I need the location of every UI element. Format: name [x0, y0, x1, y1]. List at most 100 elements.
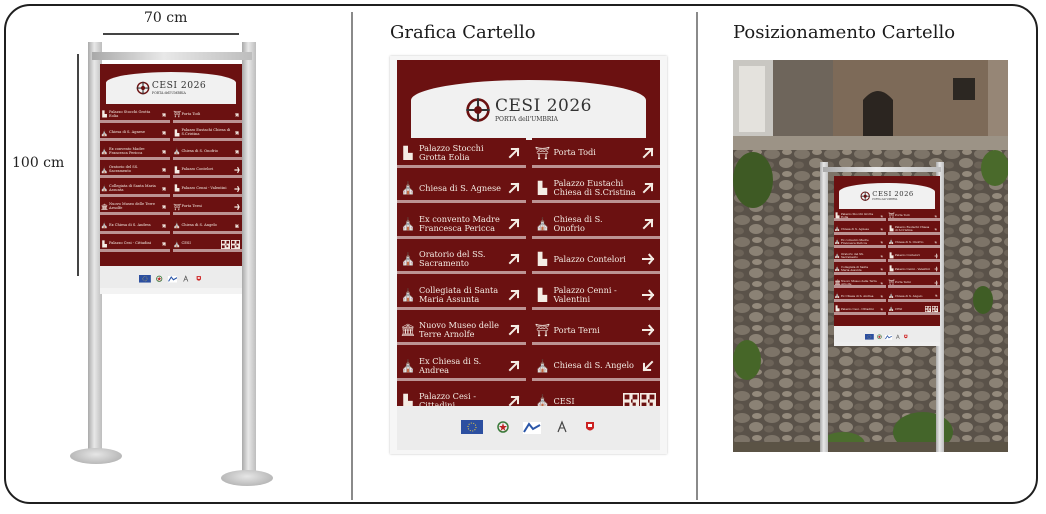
church-icon: ⛪	[535, 358, 550, 373]
arrow-up-right-icon	[502, 323, 526, 337]
destination-label: Porta Todi	[181, 111, 201, 116]
gate-icon: ⛩	[888, 279, 895, 286]
church-icon: ⛪	[888, 306, 895, 313]
arrow-up-right-icon	[159, 129, 170, 137]
destination-plate: ▙ Palazzo Contelori	[531, 244, 660, 274]
destination-label: Palazzo Cenni - Valentini	[181, 185, 227, 190]
width-dimension-line	[103, 33, 239, 35]
ministry-logo	[182, 268, 190, 287]
church-icon: ⛪	[400, 181, 416, 196]
destination-plate: ⛪ Chiesa di S. Onofrio	[888, 236, 940, 249]
arrow-right-icon	[636, 323, 660, 337]
destination-plate: ⛪ Ex Chiesa di S. Andrea	[397, 351, 526, 381]
eu-flag-logo	[460, 419, 483, 438]
photo-stand-post-left	[820, 162, 828, 452]
building-icon: ▙	[537, 252, 548, 267]
gate-icon: ⛩	[534, 323, 551, 338]
qr-code-icon	[924, 306, 940, 313]
destination-plate: ⛪ Oratorio del SS. Sacramento	[100, 162, 170, 178]
arrow-up-right-icon	[931, 239, 940, 245]
church-icon: ⛪	[888, 293, 895, 300]
arrow-up-right-icon	[502, 217, 526, 231]
destination-label: Porta Terni	[895, 280, 911, 285]
destination-plate: ⛪ Collegiata di Santa Maria Assunta	[834, 263, 886, 275]
photo-stand-crossbar	[823, 167, 941, 172]
ministry-logo	[555, 419, 569, 438]
building-icon: ▙	[174, 129, 180, 137]
destination-label: Porta Terni	[553, 324, 600, 335]
church-icon: ⛪	[834, 226, 841, 233]
destination-plate: ⛪ Ex convento Madre Francesca Pericca	[397, 209, 526, 239]
destination-plate: ⛪ Chiesa di S. Angelo	[888, 290, 940, 302]
arrow-up-right-icon	[502, 146, 526, 160]
destination-plate: ⛪ Chiesa di S. Angelo	[172, 218, 242, 234]
eu-flag-logo	[139, 268, 152, 287]
destination-plate: ▙Palazzo Cesi - Cittadini	[100, 236, 170, 252]
building-icon: ▙	[889, 226, 894, 233]
destination-label: Palazzo Cenni - Valentini	[553, 284, 617, 304]
destination-label: Collegiata di Santa Maria Assunta	[419, 284, 499, 304]
destination-plate: ⛪ Oratorio del SS. Sacramento	[397, 244, 526, 274]
destination-label: Palazzo Contelori	[553, 253, 626, 264]
building-icon: ▙	[537, 287, 548, 302]
destination-plate: ⛩ Porta Terni	[172, 199, 242, 215]
destination-plate: ▙ Palazzo Eustachi Chiesa di S.Cristina	[172, 125, 242, 141]
destination-plate: ▙ Palazzo Eustachi Chiesa di S.Cristina	[531, 173, 660, 203]
destination-plate: ⛪ Chiesa di S. Onofrio	[531, 209, 660, 239]
building-icon: ▙	[537, 181, 548, 196]
destination-label: Chiesa di S. Agnese	[109, 130, 145, 135]
destination-plate: ▙ Palazzo Contelori	[888, 250, 940, 262]
destination-plate: ⛩ Porta Terni	[531, 315, 660, 345]
arrow-up-right-icon	[502, 359, 526, 373]
arrow-up-right-icon	[159, 111, 170, 119]
sign-header: CESI 2026 PORTA dell'UMBRIA	[839, 183, 935, 209]
destination-label: Chiesa di S. Onofrio	[553, 213, 603, 233]
destination-label: Collegiata di Santa Maria Assunta	[841, 265, 869, 273]
building-icon: ▙	[889, 252, 894, 259]
destination-plate: ⛪ Chiesa di S. Onofrio	[172, 144, 242, 160]
gate-icon: ⛩	[173, 111, 181, 119]
sign-header: CESI 2026 PORTA dell'UMBRIA	[411, 80, 646, 140]
arrow-up-right-icon	[502, 181, 526, 195]
arrow-up-right-icon	[877, 226, 886, 232]
museum-icon: 🏛	[100, 203, 109, 211]
sign-preview-small: CESI 2026 PORTA dell'UMBRIA ▙ Palazzo Stocc…	[100, 64, 242, 288]
destination-plate: ▙Palazzo Cesi - Cittadini	[834, 303, 886, 316]
arrow-right-icon	[231, 203, 242, 211]
width-label: 70 cm	[144, 10, 188, 26]
arrow-up-right-icon	[159, 166, 170, 174]
destination-plate: ⛪ Chiesa di S. Agnese	[100, 125, 170, 141]
destination-label: Ex convento Madre Francesca Pericca	[841, 238, 869, 246]
arrow-up-right-icon	[877, 266, 886, 272]
arrow-up-right-icon	[636, 217, 660, 231]
destination-grid: ▙ Palazzo Stocchi Grotta Eolia ⛩ Porta Todi…	[397, 138, 660, 416]
placement-panel-title: Posizionamento Cartello	[733, 22, 956, 43]
destination-plate: ⛩ Porta Terni	[888, 276, 940, 289]
stand-crossbar	[92, 52, 252, 60]
destination-label: Ex convento Madre Francesca Pericca	[109, 146, 145, 155]
destination-label: Chiesa di S. Angelo	[553, 360, 635, 371]
arrow-down-left-icon	[636, 359, 660, 373]
ministry-logo	[895, 325, 901, 343]
arrow-up-right-icon	[877, 280, 886, 286]
arrow-right-icon	[231, 166, 242, 174]
destination-label: Palazzo Stocchi Grotta Eolia	[419, 142, 484, 162]
building-icon: ▙	[102, 240, 107, 248]
stand-panel-bottom	[100, 288, 242, 294]
destination-plate: ▙ Palazzo Stocchi Grotta Eolia	[100, 107, 170, 123]
arrow-up-right-icon	[877, 239, 886, 245]
destination-plate: 🏛 Nuovo Museo delle Terre Arnolfe	[397, 315, 526, 345]
arrow-up-right-icon	[159, 203, 170, 211]
arrow-right-icon	[636, 288, 660, 302]
destination-grid: ▙ Palazzo Stocchi Grotta Eolia ⛩ Porta Todi…	[834, 210, 940, 316]
cesi-2026-logo: CESI 2026 PORTA dell'UMBRIA	[136, 81, 207, 95]
destination-label: Palazzo Eustachi Chiesa di S.Cristina	[553, 178, 636, 198]
destination-plate: ⛩ Porta Todi	[888, 210, 940, 222]
destination-plate: ▙ Palazzo Stocchi Grotta Eolia	[397, 138, 526, 168]
building-icon: ▙	[102, 111, 107, 119]
church-icon: ⛪	[100, 185, 109, 193]
church-icon: ⛪	[888, 239, 895, 246]
destination-label: CESI	[895, 306, 903, 311]
destination-label: Palazzo Contelori	[181, 167, 214, 172]
arrow-up-right-icon	[931, 213, 940, 219]
